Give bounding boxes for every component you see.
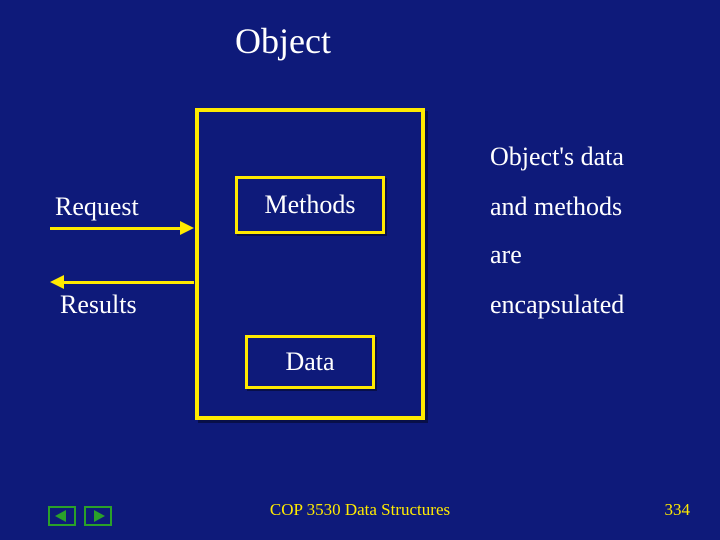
methods-box: Methods <box>235 176 385 234</box>
caption-line-1: Object's data <box>490 142 624 172</box>
caption-line-4: encapsulated <box>490 290 624 320</box>
footer-page-number: 334 <box>665 500 691 520</box>
data-label: Data <box>285 347 334 377</box>
methods-label: Methods <box>265 190 356 220</box>
results-label: Results <box>60 290 137 320</box>
request-label: Request <box>55 192 139 222</box>
data-box: Data <box>245 335 375 389</box>
triangle-right-icon <box>94 510 105 522</box>
slide-nav <box>48 506 116 526</box>
triangle-left-icon <box>55 510 66 522</box>
page-title: Object <box>235 20 331 62</box>
prev-slide-button[interactable] <box>48 506 76 526</box>
caption-line-2: and methods <box>490 192 622 222</box>
next-slide-button[interactable] <box>84 506 112 526</box>
caption-line-3: are <box>490 240 522 270</box>
